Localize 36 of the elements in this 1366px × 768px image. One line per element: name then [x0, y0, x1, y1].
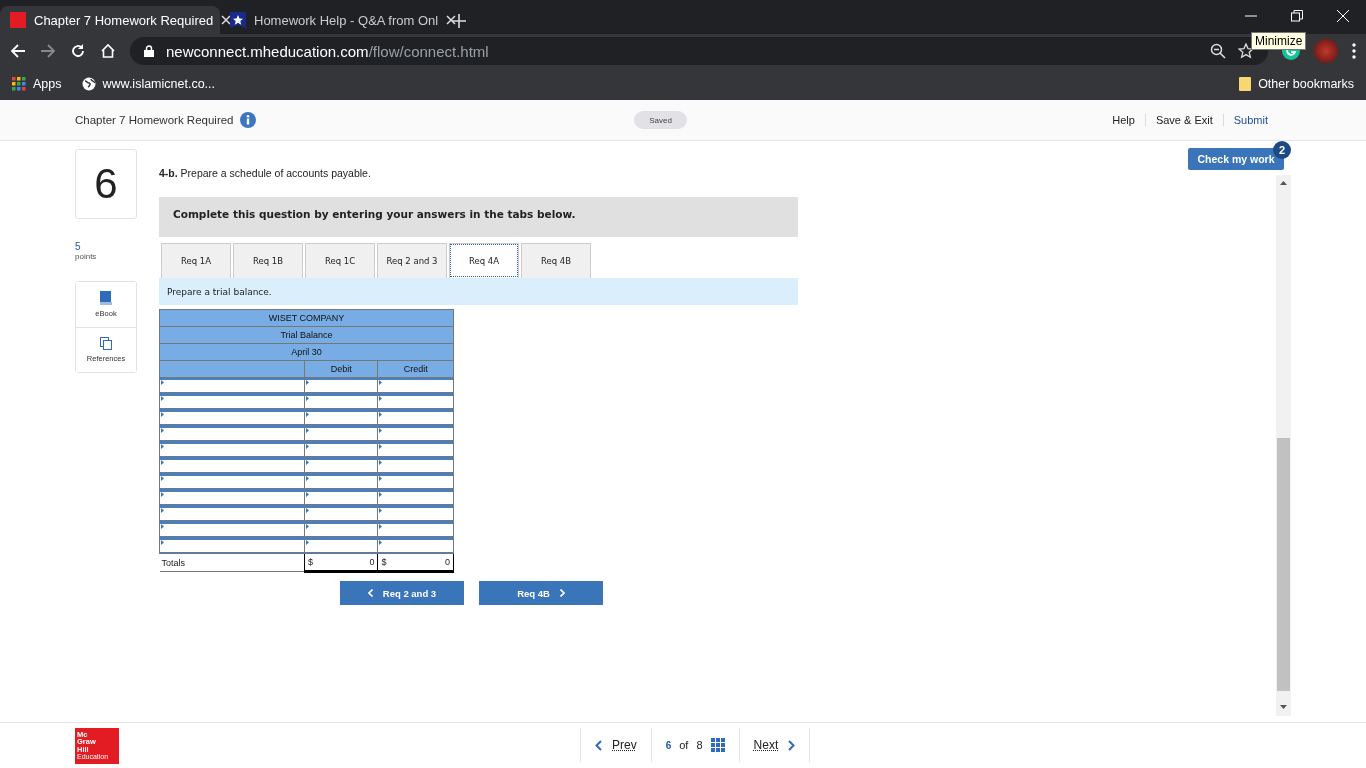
- current-page: 6: [665, 739, 672, 751]
- requirement-tab[interactable]: Req 1C: [305, 243, 375, 278]
- total-value: 0: [445, 557, 450, 567]
- requirement-tab[interactable]: Req 1A: [161, 243, 231, 278]
- totals-label: Totals: [159, 553, 305, 572]
- instruction-text: 4-b. Prepare a schedule of accounts payable.: [159, 167, 372, 179]
- instruction-banner: Complete this question by entering your answers in the tabs below.: [159, 197, 798, 237]
- question-number: 6: [75, 149, 137, 219]
- bookmark-folder[interactable]: Other bookmarks: [1239, 77, 1354, 91]
- header-link[interactable]: Help: [1102, 114, 1145, 126]
- next-requirement-button[interactable]: Req 4B: [479, 581, 603, 605]
- previous-requirement-button[interactable]: Req 2 and 3: [340, 581, 464, 605]
- table-heading: WISET COMPANY: [159, 309, 454, 327]
- count-badge: 2: [1273, 141, 1291, 159]
- requirement-tab[interactable]: Req 4B: [521, 243, 591, 278]
- points-value: 5: [75, 241, 82, 252]
- requirement-tab[interactable]: Req 4A: [449, 243, 519, 278]
- header-link[interactable]: Save & Exit: [1144, 114, 1223, 126]
- currency-sign: $: [381, 557, 387, 567]
- previous-link[interactable]: Prev: [595, 738, 637, 752]
- header-link[interactable]: Submit: [1222, 114, 1278, 126]
- points-label: points: [75, 252, 98, 261]
- bookmark[interactable]: www.islamicnet.co...: [81, 77, 216, 91]
- bookmark[interactable]: Apps: [12, 77, 62, 91]
- status-badge: Saved: [634, 111, 687, 129]
- next-link[interactable]: Next: [753, 738, 796, 752]
- total-value: 0: [369, 557, 375, 567]
- page-separator: of: [679, 739, 689, 751]
- assignment-title: Chapter 7 Homework Required: [75, 114, 234, 126]
- requirement-tab[interactable]: Req 2 and 3: [377, 243, 447, 278]
- tooltip: Minimize: [1251, 32, 1307, 50]
- browser-tab[interactable]: Homework Help - Q&A from Onl: [220, 6, 440, 34]
- requirement-tab[interactable]: Req 1B: [233, 243, 303, 278]
- tab-prompt: Prepare a trial balance.: [159, 278, 798, 305]
- total-pages: 8: [696, 739, 703, 751]
- currency-sign: $: [308, 557, 313, 567]
